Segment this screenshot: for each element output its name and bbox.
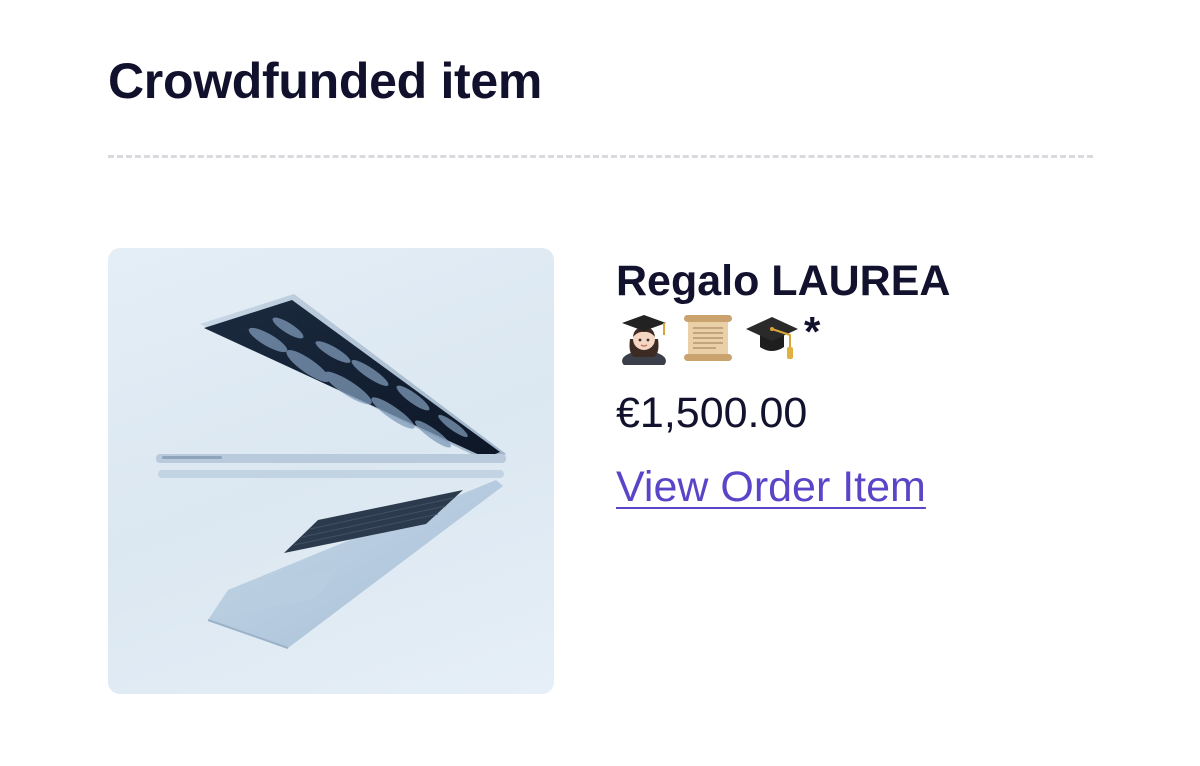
graduation-cap-emoji <box>744 309 800 365</box>
woman-student-emoji <box>616 309 672 365</box>
item-emoji-row: * <box>616 308 1136 366</box>
dashed-divider <box>108 155 1093 158</box>
view-order-item-link[interactable]: View Order Item <box>616 462 926 512</box>
laptop-image <box>156 294 506 649</box>
item-info: Regalo LAUREA * €1,500.00 View Order Ite… <box>616 256 1136 512</box>
section-title: Crowdfunded item <box>108 53 543 109</box>
emoji-suffix: * <box>804 308 821 355</box>
crowdfunded-item-page: Crowdfunded item Regalo LAUREA * €1,500.… <box>0 0 1200 766</box>
item-title: Regalo LAUREA <box>616 257 951 305</box>
scroll-emoji <box>680 309 736 365</box>
item-price: €1,500.00 <box>616 389 808 437</box>
product-image <box>108 248 554 694</box>
